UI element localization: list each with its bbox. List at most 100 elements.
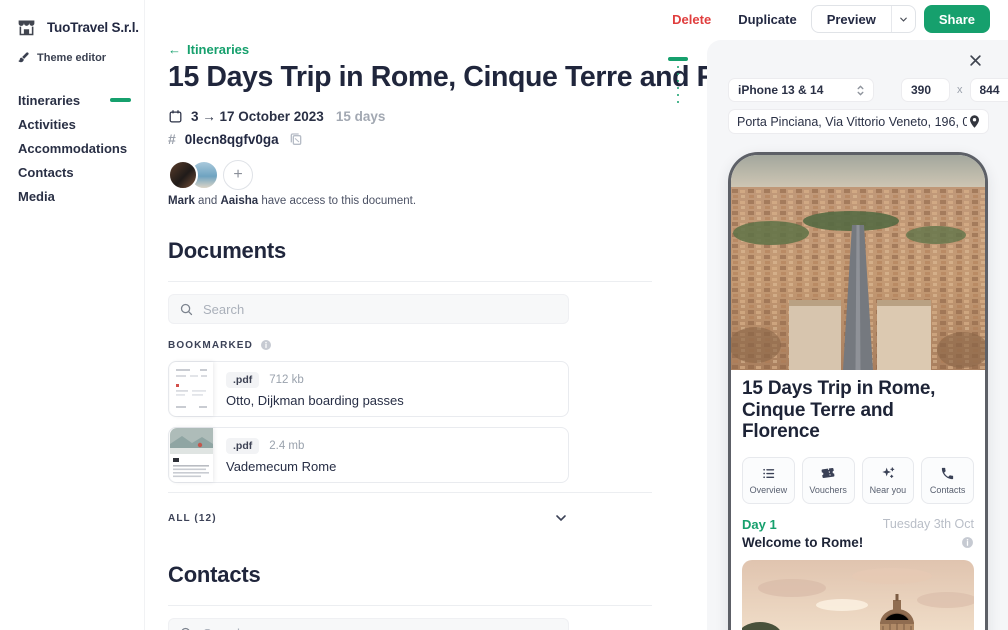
sidebar-item-label: Itineraries <box>18 93 80 108</box>
access-text: Mark and Aaisha have access to this docu… <box>168 195 707 207</box>
info-icon[interactable] <box>961 536 974 549</box>
divider <box>168 605 652 606</box>
device-select[interactable]: iPhone 13 & 14 <box>728 78 874 102</box>
documents-search-input[interactable] <box>203 302 558 317</box>
file-card-vademecum[interactable]: .pdf 2.4 mb Vademecum Rome <box>168 427 569 483</box>
stepper-icon <box>855 84 866 97</box>
sidebar-item-contacts[interactable]: Contacts <box>18 160 145 184</box>
list-icon <box>761 466 776 481</box>
sidebar-item-label: Activities <box>18 117 76 132</box>
paintbrush-icon <box>17 51 30 64</box>
file-size: 2.4 mb <box>269 440 304 452</box>
page-title: 15 Days Trip in Rome, Cinque Terre and F… <box>168 61 707 94</box>
file-name: Vademecum Rome <box>226 459 568 474</box>
file-card-boarding-passes[interactable]: .pdf 712 kb Otto, Dijkman boarding passe… <box>168 361 569 417</box>
bookmarked-label: BOOKMARKED <box>168 340 253 351</box>
active-indicator <box>110 98 131 102</box>
calendar-icon <box>168 109 183 124</box>
file-extension-badge: .pdf <box>226 372 259 388</box>
sidebar: TuoTravel S.r.l. Theme editor Itinerarie… <box>0 0 145 630</box>
file-card-body: .pdf 712 kb Otto, Dijkman boarding passe… <box>226 362 568 408</box>
back-arrow-icon: ← <box>168 42 181 57</box>
date-range: 3 → 17 October 2023 <box>191 109 324 124</box>
all-documents-toggle[interactable]: ALL (12) <box>168 502 569 526</box>
search-icon <box>179 302 194 317</box>
add-collaborator-button[interactable]: + <box>223 160 253 190</box>
viewport-width-input[interactable] <box>901 78 950 102</box>
divider <box>168 281 652 282</box>
sidebar-item-itineraries[interactable]: Itineraries <box>18 88 145 112</box>
rome-aerial-photo <box>731 155 985 370</box>
phone-tab-contacts[interactable]: Contacts <box>921 457 974 504</box>
contacts-heading: Contacts <box>168 562 707 588</box>
theme-editor-label: Theme editor <box>37 52 106 64</box>
info-icon[interactable] <box>260 339 272 351</box>
company-logo[interactable]: TuoTravel S.r.l. <box>16 17 139 38</box>
close-preview-button[interactable] <box>968 53 983 73</box>
app-window: TuoTravel S.r.l. Theme editor Itinerarie… <box>0 0 1008 630</box>
preview-button[interactable]: Preview <box>811 5 916 33</box>
document-id-row: # 0lecn8qgfv0ga <box>168 131 707 147</box>
sidebar-item-accommodations[interactable]: Accommodations <box>18 136 145 160</box>
header-actions: Delete Duplicate Preview Share <box>672 5 990 33</box>
day-title-row: Welcome to Rome! <box>742 535 974 550</box>
phone-tab-overview[interactable]: Overview <box>742 457 795 504</box>
dimension-separator: x <box>957 84 963 96</box>
device-select-value: iPhone 13 & 14 <box>738 83 823 97</box>
theme-editor-button[interactable]: Theme editor <box>17 51 106 64</box>
file-size: 712 kb <box>269 374 304 386</box>
drag-indicator-decoration <box>668 57 688 103</box>
pdf-thumbnail <box>170 362 213 416</box>
map-pin-button[interactable] <box>967 114 982 129</box>
preview-dropdown-toggle[interactable] <box>891 6 915 32</box>
all-documents-label: ALL (12) <box>168 513 217 524</box>
contacts-search[interactable] <box>168 618 569 630</box>
location-bar[interactable] <box>728 109 989 134</box>
ticket-icon <box>820 465 836 481</box>
tab-label: Vouchers <box>809 485 847 495</box>
phone-icon <box>940 466 955 481</box>
phone-screen-content: 15 Days Trip in Rome, Cinque Terre and F… <box>731 370 985 630</box>
bookmarked-row: BOOKMARKED <box>168 339 707 351</box>
phone-tab-bar: Overview Vouchers Ne <box>742 457 974 504</box>
date-row: 3 → 17 October 2023 15 days <box>168 109 707 124</box>
pdf-thumbnail <box>170 428 213 482</box>
documents-search[interactable] <box>168 294 569 324</box>
back-link-label: Itineraries <box>187 42 249 57</box>
access-name: Mark <box>168 195 195 207</box>
duplicate-button[interactable]: Duplicate <box>738 12 797 27</box>
day-date: Tuesday 3th Oct <box>883 517 974 531</box>
sidebar-item-media[interactable]: Media <box>18 184 145 208</box>
chevron-down-icon <box>898 14 909 25</box>
tab-label: Overview <box>750 485 788 495</box>
map-pin-icon <box>967 114 982 129</box>
access-name: Aaisha <box>220 195 258 207</box>
sparkles-icon <box>880 465 896 481</box>
documents-heading: Documents <box>168 238 707 264</box>
day-header: Day 1 Tuesday 3th Oct <box>742 517 974 532</box>
share-button[interactable]: Share <box>924 5 990 33</box>
company-name: TuoTravel S.r.l. <box>47 20 139 35</box>
file-extension-badge: .pdf <box>226 438 259 454</box>
phone-tab-near-you[interactable]: Near you <box>862 457 915 504</box>
back-to-itineraries-link[interactable]: ← Itineraries <box>168 42 249 57</box>
close-icon <box>968 53 983 68</box>
device-preview-panel: iPhone 13 & 14 x <box>707 40 1008 630</box>
contacts-search-input[interactable] <box>203 626 558 630</box>
device-controls: iPhone 13 & 14 x <box>728 78 1008 102</box>
day-title: Welcome to Rome! <box>742 535 863 550</box>
location-input[interactable] <box>737 115 967 129</box>
duration-label: 15 days <box>336 109 386 124</box>
viewport-height-input[interactable] <box>970 78 1008 102</box>
search-icon <box>179 626 194 630</box>
preview-button-label[interactable]: Preview <box>812 6 891 32</box>
copy-icon[interactable] <box>288 131 304 147</box>
document-id: 0lecn8qgfv0ga <box>185 132 279 147</box>
chevron-down-icon <box>553 510 569 526</box>
phone-tab-vouchers[interactable]: Vouchers <box>802 457 855 504</box>
phone-mockup: 15 Days Trip in Rome, Cinque Terre and F… <box>728 152 988 630</box>
sidebar-item-activities[interactable]: Activities <box>18 112 145 136</box>
hash-icon: # <box>168 131 176 147</box>
avatar-mark[interactable] <box>168 160 198 190</box>
file-name: Otto, Dijkman boarding passes <box>226 393 568 408</box>
